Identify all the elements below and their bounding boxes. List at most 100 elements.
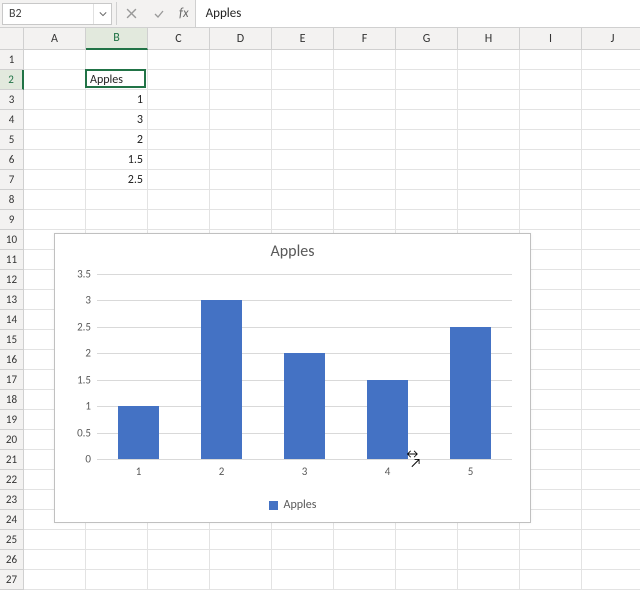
cell[interactable] — [86, 570, 148, 590]
cell[interactable] — [582, 330, 640, 350]
cell[interactable] — [458, 530, 520, 550]
row-header[interactable]: 9 — [0, 210, 24, 230]
cell[interactable] — [148, 90, 210, 110]
column-header[interactable]: A — [24, 28, 86, 50]
cell[interactable] — [582, 550, 640, 570]
cell[interactable] — [458, 130, 520, 150]
cell[interactable] — [24, 210, 86, 230]
cell[interactable] — [520, 90, 582, 110]
cell[interactable] — [272, 550, 334, 570]
chart-bar[interactable] — [118, 406, 160, 459]
cell[interactable] — [582, 350, 640, 370]
cell[interactable] — [148, 170, 210, 190]
spreadsheet-grid[interactable]: ABCDEFGHIJ12Apples31435261.572.589101112… — [0, 28, 640, 592]
cell[interactable] — [582, 170, 640, 190]
cell[interactable] — [582, 570, 640, 590]
cell[interactable] — [148, 210, 210, 230]
cell[interactable] — [396, 150, 458, 170]
cell[interactable]: Apples — [86, 70, 148, 90]
cell[interactable] — [210, 190, 272, 210]
cell[interactable] — [86, 50, 148, 70]
cell[interactable] — [24, 190, 86, 210]
column-header[interactable]: F — [334, 28, 396, 50]
cell[interactable] — [520, 110, 582, 130]
column-header[interactable]: D — [210, 28, 272, 50]
cell[interactable] — [24, 170, 86, 190]
cell[interactable] — [210, 130, 272, 150]
cell[interactable] — [210, 550, 272, 570]
row-header[interactable]: 7 — [0, 170, 24, 190]
cell[interactable] — [24, 50, 86, 70]
cell[interactable] — [582, 210, 640, 230]
cell[interactable] — [520, 170, 582, 190]
row-header[interactable]: 2 — [0, 70, 24, 90]
cell[interactable] — [86, 530, 148, 550]
cell[interactable] — [334, 50, 396, 70]
column-header[interactable]: J — [582, 28, 640, 50]
cell[interactable] — [582, 230, 640, 250]
row-header[interactable]: 22 — [0, 470, 24, 490]
cell[interactable]: 1 — [86, 90, 148, 110]
cell[interactable] — [582, 150, 640, 170]
cell[interactable] — [396, 70, 458, 90]
accept-formula-button[interactable] — [145, 0, 173, 27]
cell[interactable] — [148, 50, 210, 70]
cell[interactable] — [148, 110, 210, 130]
row-header[interactable]: 27 — [0, 570, 24, 590]
column-header[interactable]: E — [272, 28, 334, 50]
cell[interactable] — [272, 70, 334, 90]
cell[interactable] — [334, 550, 396, 570]
row-header[interactable]: 23 — [0, 490, 24, 510]
cell[interactable]: 2.5 — [86, 170, 148, 190]
row-header[interactable]: 20 — [0, 430, 24, 450]
cell[interactable] — [458, 170, 520, 190]
cell[interactable] — [24, 150, 86, 170]
row-header[interactable]: 16 — [0, 350, 24, 370]
cell[interactable] — [272, 530, 334, 550]
row-header[interactable]: 25 — [0, 530, 24, 550]
cell[interactable] — [582, 490, 640, 510]
row-header[interactable]: 26 — [0, 550, 24, 570]
cell[interactable] — [582, 410, 640, 430]
cell[interactable] — [86, 190, 148, 210]
cell[interactable] — [334, 210, 396, 230]
cell[interactable]: 2 — [86, 130, 148, 150]
cell[interactable] — [272, 190, 334, 210]
cell[interactable]: 1.5 — [86, 150, 148, 170]
cell[interactable] — [24, 570, 86, 590]
row-header[interactable]: 14 — [0, 310, 24, 330]
cell[interactable] — [458, 90, 520, 110]
cancel-formula-button[interactable] — [117, 0, 145, 27]
row-header[interactable]: 12 — [0, 270, 24, 290]
row-header[interactable]: 15 — [0, 330, 24, 350]
cell[interactable] — [24, 530, 86, 550]
row-header[interactable]: 18 — [0, 390, 24, 410]
row-header[interactable]: 6 — [0, 150, 24, 170]
row-header[interactable]: 5 — [0, 130, 24, 150]
cell[interactable] — [582, 110, 640, 130]
cell[interactable] — [334, 170, 396, 190]
chart-bar[interactable] — [450, 327, 492, 459]
column-header[interactable]: G — [396, 28, 458, 50]
cell[interactable] — [520, 570, 582, 590]
cell[interactable] — [272, 50, 334, 70]
cell[interactable] — [582, 50, 640, 70]
cell[interactable] — [210, 530, 272, 550]
cell[interactable] — [210, 90, 272, 110]
cell[interactable] — [210, 570, 272, 590]
cell[interactable] — [396, 50, 458, 70]
cell[interactable] — [520, 130, 582, 150]
row-header[interactable]: 4 — [0, 110, 24, 130]
cell[interactable] — [396, 210, 458, 230]
row-header[interactable]: 1 — [0, 50, 24, 70]
cell[interactable] — [334, 110, 396, 130]
cell[interactable]: 3 — [86, 110, 148, 130]
cell[interactable] — [582, 310, 640, 330]
cell[interactable] — [24, 70, 86, 90]
row-header[interactable]: 19 — [0, 410, 24, 430]
cell[interactable] — [458, 190, 520, 210]
cell[interactable] — [582, 390, 640, 410]
cell[interactable] — [582, 530, 640, 550]
cell[interactable] — [396, 170, 458, 190]
cell[interactable] — [210, 110, 272, 130]
